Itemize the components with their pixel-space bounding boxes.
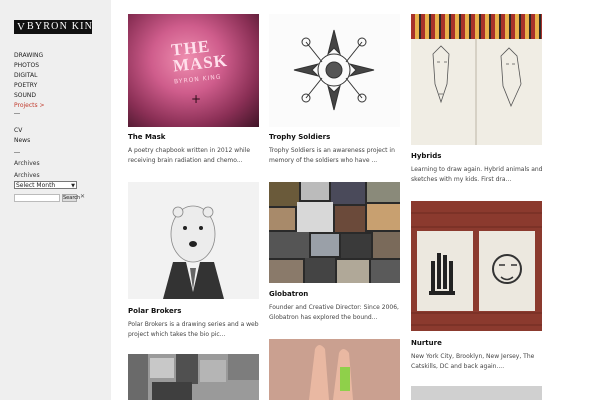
primary-nav: DRAWING PHOTOS DIGITAL POETRY SOUND Proj… xyxy=(14,51,45,111)
close-icon[interactable]: ✕ xyxy=(80,193,85,200)
nav-item-cv[interactable]: CV xyxy=(14,126,30,136)
project-description: New York City, Brooklyn, New Jersey, The… xyxy=(411,353,535,370)
project-thumbnail[interactable] xyxy=(269,14,400,127)
project-title[interactable]: The Mask xyxy=(128,133,165,141)
project-thumbnail[interactable] xyxy=(411,201,542,331)
archives-label: Archives xyxy=(14,172,40,179)
project-description: Learning to draw again. Hybrid animals a… xyxy=(411,166,543,183)
project-thumbnail[interactable] xyxy=(411,386,542,400)
project-thumbnail[interactable] xyxy=(128,354,259,400)
photo-collage xyxy=(269,182,400,283)
project-title[interactable]: Nurture xyxy=(411,339,442,347)
thumbnail-title-text: THE MASK xyxy=(170,36,229,76)
chevron-down-icon: ▼ xyxy=(71,183,75,189)
archives-heading: Archives xyxy=(14,160,40,167)
nav-divider xyxy=(14,113,20,114)
project-description: Polar Brokers is a drawing series and a … xyxy=(128,321,259,338)
nav-item-poetry[interactable]: POETRY xyxy=(14,81,45,91)
nav-item-photos[interactable]: PHOTOS xyxy=(14,61,45,71)
logo-text: BYRON KING xyxy=(27,21,92,32)
mandala-drawing xyxy=(293,29,375,111)
nav-item-news[interactable]: News xyxy=(14,136,30,146)
street-poster-photo xyxy=(411,201,542,331)
project-title[interactable]: Polar Brokers xyxy=(128,307,181,315)
nav-item-sound[interactable]: SOUND xyxy=(14,91,45,101)
project-description: Founder and Creative Director: Since 200… xyxy=(269,304,399,321)
nav-item-projects[interactable]: Projects > xyxy=(14,101,45,111)
project-thumbnail[interactable] xyxy=(269,339,400,400)
thumbnail-subtitle-text: BYRON KING xyxy=(173,73,222,86)
polar-bear-drawing xyxy=(163,205,224,299)
photo-collage xyxy=(128,354,259,400)
horse-sketches xyxy=(432,45,522,108)
search-input[interactable] xyxy=(14,194,60,202)
archives-select-value: Select Month xyxy=(16,182,56,189)
project-thumbnail[interactable] xyxy=(411,14,542,145)
search-button[interactable]: Search xyxy=(62,194,80,202)
site-logo[interactable]: V BYRON KING xyxy=(14,20,92,34)
project-thumbnail[interactable]: THE MASK BYRON KING + xyxy=(128,14,259,127)
project-description: A poetry chapbook written in 2012 while … xyxy=(128,147,251,164)
project-title[interactable]: Hybrids xyxy=(411,152,441,160)
logo-mark: V xyxy=(17,21,27,33)
archives-month-select[interactable]: Select Month ▼ xyxy=(14,181,77,189)
project-title[interactable]: Trophy Soldiers xyxy=(269,133,330,141)
secondary-nav: CV News xyxy=(14,126,30,146)
cross-icon: + xyxy=(191,92,202,106)
hand-photo xyxy=(269,339,400,400)
nav-divider xyxy=(14,152,20,153)
project-thumbnail[interactable] xyxy=(128,182,259,299)
nav-item-drawing[interactable]: DRAWING xyxy=(14,51,45,61)
project-description: Trophy Soldiers is an awareness project … xyxy=(269,147,395,164)
project-thumbnail[interactable] xyxy=(269,182,400,283)
nav-item-digital[interactable]: DIGITAL xyxy=(14,71,45,81)
project-title[interactable]: Globatron xyxy=(269,290,308,298)
sidebar: V BYRON KING DRAWING PHOTOS DIGITAL POET… xyxy=(0,0,111,400)
